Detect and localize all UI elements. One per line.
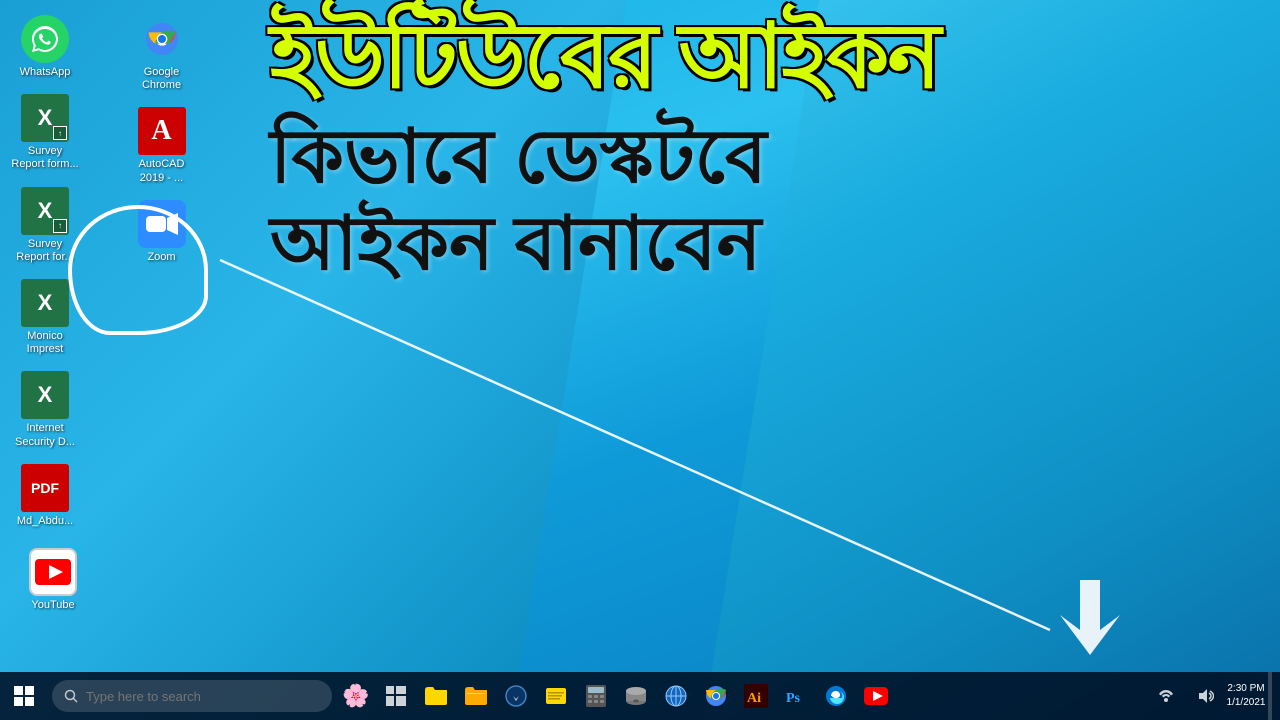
youtube-taskbar-icon[interactable] — [856, 672, 896, 720]
youtube-desktop-icon[interactable]: YouTube — [13, 543, 93, 617]
taskbar-drive-icon[interactable] — [616, 672, 656, 720]
icons-area: WhatsApp X ↑ SurveyReport form... X ↑ — [0, 0, 230, 660]
autocad-label: AutoCAD2019 - ... — [139, 158, 185, 184]
internet-security-icon[interactable]: X InternetSecurity D... — [5, 366, 85, 453]
survey2-label: SurveyReport for... — [16, 238, 73, 264]
subtitle-line1: কিভাবে ডেস্কটবে — [270, 115, 1250, 198]
search-input[interactable] — [86, 689, 306, 704]
taskbar-folder-icon[interactable] — [416, 672, 456, 720]
taskbar-files-icon[interactable] — [536, 672, 576, 720]
internet-security-label: InternetSecurity D... — [15, 422, 75, 448]
zoom-label: Zoom — [147, 251, 175, 264]
show-desktop-button[interactable] — [1268, 672, 1272, 720]
taskbar-network-icon[interactable] — [1146, 672, 1186, 720]
taskbar-flower-icon[interactable]: 🌸 — [336, 672, 376, 720]
subtitle-line2: আইকন বানাবেন — [270, 202, 1250, 285]
overlay-text-area: ইউটিউবের আইকন কিভাবে ডেস্কটবে আইকন বানাব… — [250, 0, 1270, 680]
start-button[interactable] — [0, 672, 48, 720]
survey1-label: SurveyReport form... — [11, 145, 78, 171]
task-view-button[interactable] — [376, 672, 416, 720]
pdf-icon[interactable]: PDF Md_Abdu... — [5, 459, 85, 533]
autocad-icon[interactable]: A AutoCAD2019 - ... — [122, 102, 202, 189]
youtube-label: YouTube — [31, 599, 74, 612]
chrome-label-text: GoogleChrome — [142, 66, 181, 92]
whatsapp-icon-desktop[interactable]: WhatsApp — [5, 10, 85, 84]
survey1-icon[interactable]: X ↑ SurveyReport form... — [5, 89, 85, 176]
svg-text:Ai: Ai — [747, 691, 761, 706]
taskbar: 🌸 — [0, 672, 1280, 720]
taskbar-time[interactable]: 2:30 PM 1/1/2021 — [1226, 672, 1266, 720]
taskbar-volume-icon[interactable] — [1186, 672, 1226, 720]
illustrator-taskbar-icon[interactable]: Ai — [736, 672, 776, 720]
taskbar-explorer-icon[interactable] — [456, 672, 496, 720]
photoshop-taskbar-icon[interactable]: Ps — [776, 672, 816, 720]
taskbar-calculator-icon[interactable] — [576, 672, 616, 720]
zoom-icon[interactable]: Zoom — [122, 195, 202, 269]
main-title: ইউটিউবের আইকন — [270, 10, 1250, 105]
pdf-label: Md_Abdu... — [17, 515, 73, 528]
search-bar[interactable] — [52, 680, 332, 712]
monico-icon[interactable]: X MonicoImprest — [5, 274, 85, 361]
chrome-taskbar-icon[interactable] — [696, 672, 736, 720]
taskbar-download-icon[interactable] — [496, 672, 536, 720]
edge-taskbar-icon[interactable] — [816, 672, 856, 720]
chrome-desktop-icon[interactable]: ইউটিউবের আইকন GoogleChrome — [122, 10, 202, 97]
monico-label: MonicoImprest — [27, 330, 64, 356]
svg-text:Ps: Ps — [786, 691, 801, 706]
taskbar-right-area: 2:30 PM 1/1/2021 — [1146, 672, 1280, 720]
desktop: WhatsApp X ↑ SurveyReport form... X ↑ — [0, 0, 1280, 720]
taskbar-globe-icon[interactable] — [656, 672, 696, 720]
whatsapp-label: WhatsApp — [20, 66, 71, 79]
survey2-icon[interactable]: X ↑ SurveyReport for... — [5, 182, 85, 269]
